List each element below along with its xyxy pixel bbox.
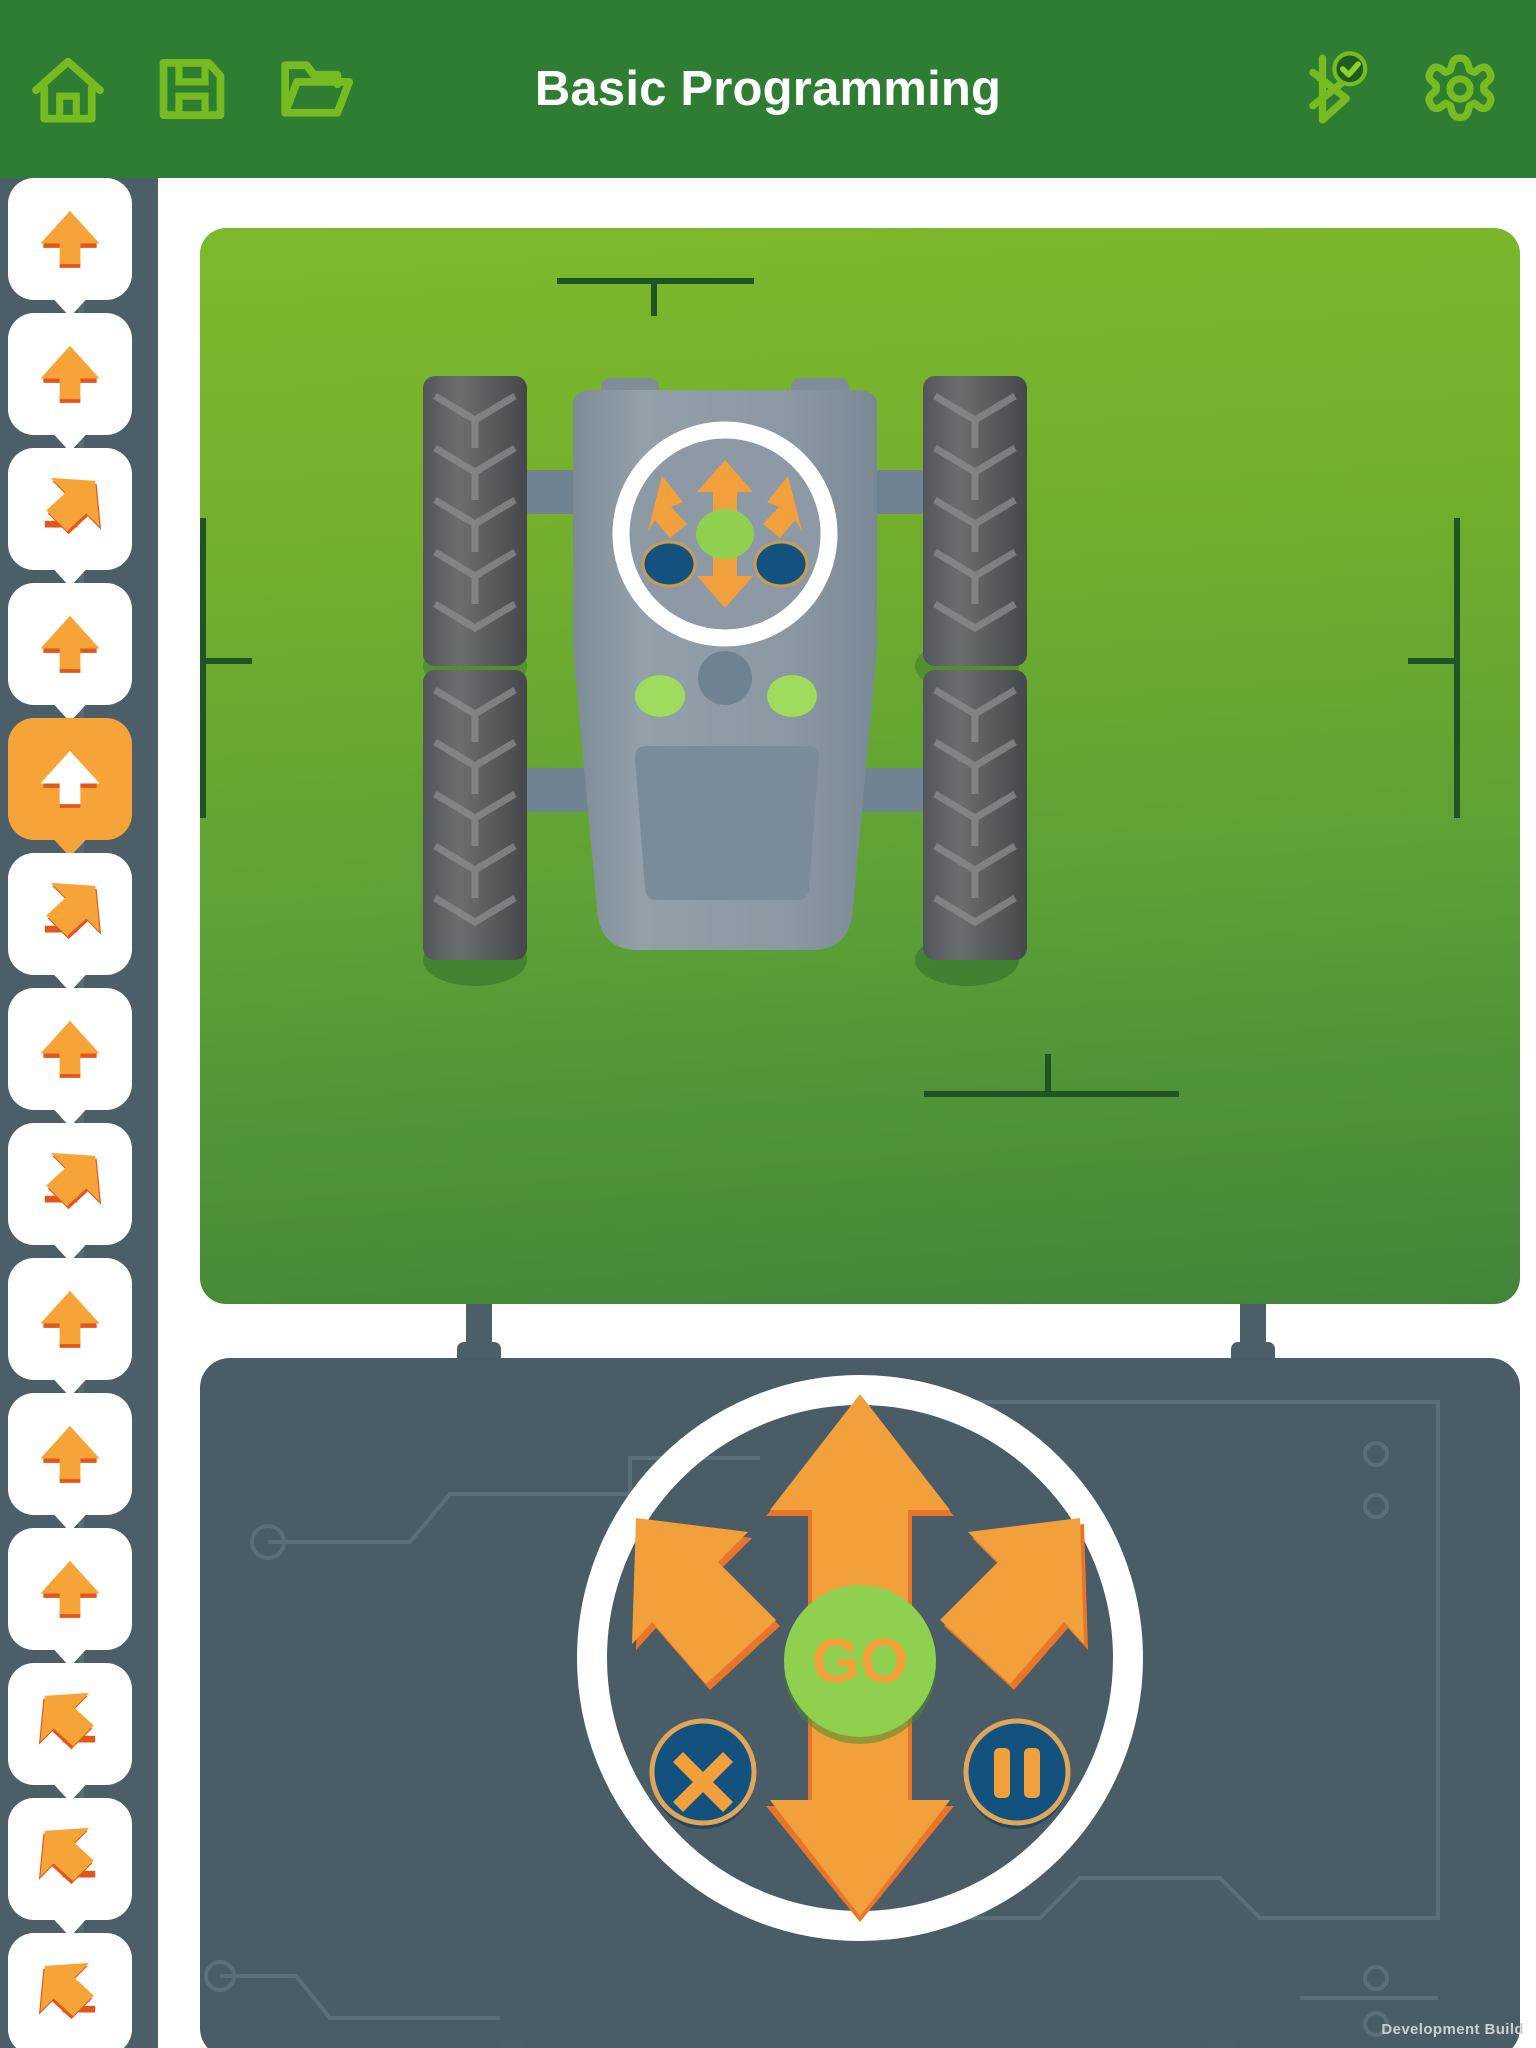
robot-led-left [635, 675, 685, 717]
home-icon[interactable] [30, 51, 106, 127]
program-block-turn-right[interactable] [8, 448, 132, 587]
robot-wheel-front-right [923, 376, 1027, 666]
folder-open-icon[interactable] [278, 51, 354, 127]
field-marker-right-stem [1454, 518, 1460, 818]
panel-foot-right [1208, 2040, 1234, 2048]
field-marker-right [1408, 658, 1460, 664]
header-right-actions [1294, 0, 1498, 178]
program-block-forward[interactable] [8, 313, 132, 452]
field-marker-bottom [924, 1091, 1179, 1097]
robot-button-right [753, 540, 809, 588]
robot-sprite[interactable] [415, 348, 1035, 988]
field-marker-left-stem [200, 518, 206, 818]
program-block-forward[interactable] [8, 718, 132, 857]
program-block-turn-left[interactable] [8, 1663, 132, 1802]
app-root: Basic Programming GO Development Build [0, 0, 1536, 2048]
program-block-forward[interactable] [8, 1393, 132, 1532]
field-marker-top-stem [651, 278, 657, 316]
robot-go-indicator [696, 509, 754, 559]
program-block-forward[interactable] [8, 988, 132, 1127]
program-block-turn-right[interactable] [8, 853, 132, 992]
gear-icon[interactable] [1422, 51, 1498, 127]
robot-simulation-field[interactable] [200, 228, 1520, 1304]
program-block-turn-right[interactable] [8, 1123, 132, 1262]
program-block-forward[interactable] [8, 1528, 132, 1667]
direction-control-panel[interactable]: GO [200, 1358, 1520, 2048]
bluetooth-connected-icon[interactable] [1294, 51, 1370, 127]
pause-program-button[interactable] [963, 1718, 1071, 1829]
program-block-forward[interactable] [8, 1258, 132, 1397]
program-sequence-sidebar[interactable] [0, 178, 158, 2048]
move-forward-button[interactable] [766, 1394, 954, 1614]
save-icon[interactable] [154, 51, 230, 127]
robot-led-right [767, 675, 817, 717]
clear-program-button[interactable] [649, 1718, 757, 1829]
program-block-turn-left[interactable] [8, 1933, 132, 2048]
app-header: Basic Programming [0, 0, 1536, 178]
program-block-forward[interactable] [8, 178, 132, 317]
turn-left-button[interactable] [632, 1518, 780, 1690]
program-block-forward[interactable] [8, 583, 132, 722]
go-button[interactable]: GO [784, 1585, 936, 1744]
go-button-label: GO [812, 1627, 908, 1696]
robot-button-left [641, 540, 697, 588]
development-build-watermark: Development Build [1381, 2021, 1524, 2038]
turn-right-button[interactable] [940, 1518, 1088, 1690]
robot-sensor-center [698, 651, 752, 705]
robot-wheel-front-left [423, 376, 527, 666]
program-block-list[interactable] [0, 178, 158, 2048]
robot-wheel-rear-left [423, 670, 527, 960]
dpad-cluster[interactable]: GO [540, 1358, 1180, 1978]
program-block-turn-left[interactable] [8, 1798, 132, 1937]
panel-foot-left [500, 2040, 526, 2048]
header-left-actions [30, 0, 354, 178]
field-marker-left [200, 658, 252, 664]
robot-cargo-bay [635, 746, 819, 900]
field-marker-bottom-stem [1045, 1054, 1051, 1094]
robot-wheel-rear-right [923, 670, 1027, 960]
